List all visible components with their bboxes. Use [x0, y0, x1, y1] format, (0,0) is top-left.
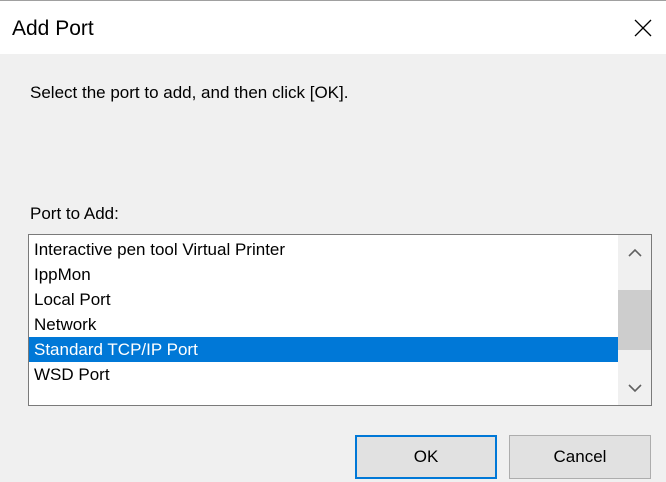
vertical-scrollbar[interactable] [618, 235, 651, 405]
scroll-thumb[interactable] [618, 290, 651, 350]
list-item[interactable]: Network [29, 312, 619, 337]
scroll-up-button[interactable] [618, 235, 651, 269]
instruction-text: Select the port to add, and then click [… [30, 83, 349, 102]
list-item[interactable]: Standard TCP/IP Port [29, 337, 619, 362]
port-list-label: Port to Add: [30, 204, 119, 223]
title-bar: Add Port [0, 0, 666, 54]
close-button[interactable] [620, 1, 666, 54]
port-listbox[interactable]: Interactive pen tool Virtual Printer Ipp… [28, 234, 652, 406]
scroll-down-button[interactable] [618, 371, 651, 405]
port-list-items: Interactive pen tool Virtual Printer Ipp… [29, 237, 619, 387]
list-item[interactable]: WSD Port [29, 362, 619, 387]
list-item[interactable]: IppMon [29, 262, 619, 287]
add-port-dialog: Add Port Select the port to add, and the… [0, 0, 666, 482]
list-item[interactable]: Local Port [29, 287, 619, 312]
window-title: Add Port [12, 17, 94, 40]
chevron-up-icon [627, 248, 642, 257]
chevron-down-icon [627, 383, 642, 392]
cancel-button[interactable]: Cancel [509, 435, 651, 479]
close-icon [634, 19, 652, 36]
ok-button[interactable]: OK [355, 435, 497, 479]
list-item[interactable]: Interactive pen tool Virtual Printer [29, 237, 619, 262]
